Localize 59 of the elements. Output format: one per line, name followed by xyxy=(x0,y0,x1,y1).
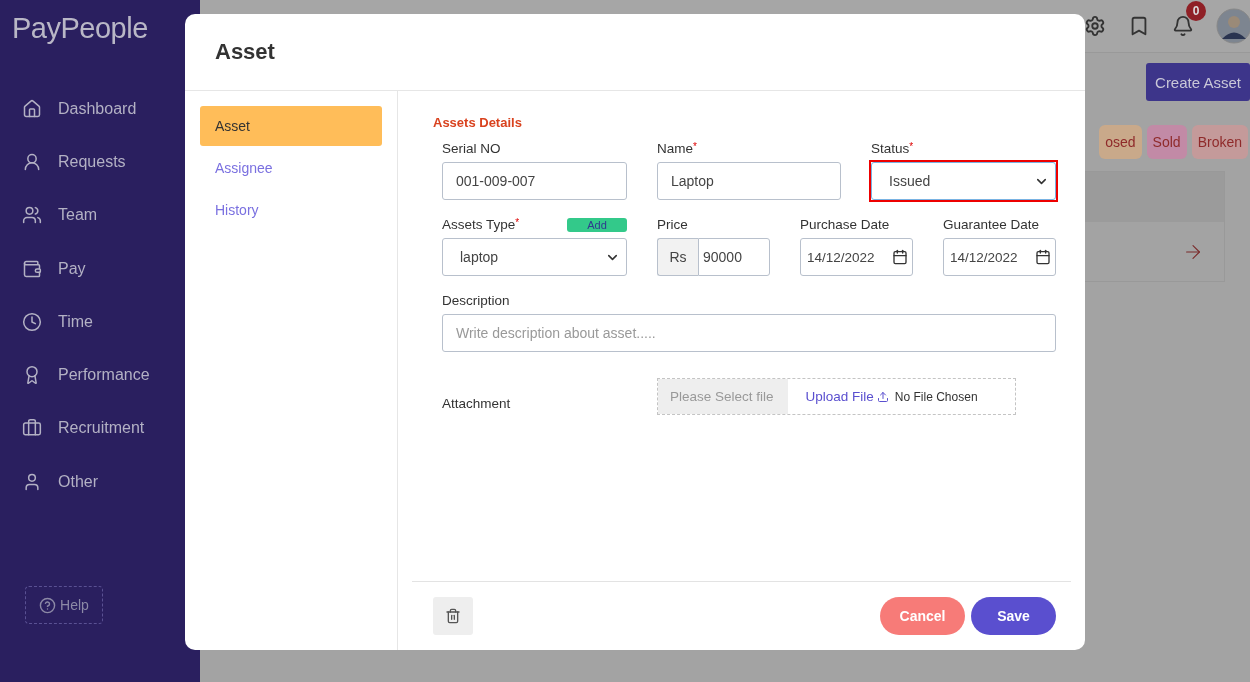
upload-link[interactable]: Upload File xyxy=(805,389,889,404)
section-title: Assets Details xyxy=(433,115,523,130)
field-label: Attachment xyxy=(442,396,512,411)
date-field[interactable]: 14/12/2022 xyxy=(800,238,913,276)
people-icon xyxy=(22,205,42,226)
dialog-tab[interactable]: Asset xyxy=(200,106,382,146)
sidebar-item[interactable]: Recruitment xyxy=(0,401,200,456)
settings-icon[interactable] xyxy=(1084,15,1106,37)
delete-button[interactable] xyxy=(433,597,473,635)
sidebar-item[interactable]: Dashboard xyxy=(0,82,200,136)
sidebar-item[interactable]: Requests xyxy=(0,135,200,189)
add-button[interactable]: Add xyxy=(567,218,627,232)
serial-field[interactable]: 001-009-007 xyxy=(442,162,627,200)
field-label: Description xyxy=(442,293,510,308)
dialog-tab[interactable]: History xyxy=(200,190,382,230)
currency-prefix: Rs xyxy=(657,238,698,276)
save-button[interactable]: Save xyxy=(971,597,1056,635)
field-label: Price xyxy=(657,217,688,232)
notification-badge: 0 xyxy=(1186,1,1206,21)
sidebar-item[interactable]: Pay xyxy=(0,241,200,296)
dialog-title: Asset xyxy=(215,39,275,65)
file-upload-field[interactable]: Please Select file Upload File No File Chosen xyxy=(657,378,1016,415)
required-mark: * xyxy=(693,141,697,152)
calendar-icon xyxy=(1035,249,1051,265)
required-mark: * xyxy=(909,141,914,152)
logo: PayPeople xyxy=(11,12,149,45)
help-icon xyxy=(39,596,57,614)
field-label: Serial NO xyxy=(442,141,501,156)
home-icon xyxy=(22,98,42,119)
file-placeholder: Please Select file xyxy=(658,379,788,414)
wallet-icon xyxy=(22,258,42,279)
person-icon xyxy=(22,471,42,492)
create-asset-button[interactable]: Create Asset xyxy=(1146,63,1250,101)
calendar-icon xyxy=(892,249,908,265)
sidebar-item[interactable]: Performance xyxy=(0,348,200,402)
clock-icon xyxy=(22,311,42,332)
filter-tag[interactable]: osed xyxy=(1099,125,1142,159)
upload-icon xyxy=(876,390,889,403)
field-label: Guarantee Date xyxy=(943,217,1040,232)
field-label: Purchase Date xyxy=(800,217,890,232)
notification-icon[interactable] xyxy=(1172,15,1194,37)
status-select[interactable]: Issued xyxy=(871,162,1056,200)
date-field[interactable]: 14/12/2022 xyxy=(943,238,1056,276)
price-field[interactable]: 90000 xyxy=(698,238,770,276)
sidebar-item[interactable]: Other xyxy=(0,455,200,509)
file-status: No File Chosen xyxy=(894,389,978,404)
person-icon xyxy=(22,151,42,172)
help-button[interactable]: Help xyxy=(25,586,103,625)
field-label: Assets Type xyxy=(442,217,516,232)
trash-icon xyxy=(445,608,461,624)
avatar[interactable] xyxy=(1216,8,1250,44)
field-label: Name xyxy=(657,141,693,156)
dialog-tab[interactable]: Assignee xyxy=(200,148,382,188)
asset-type-select[interactable]: laptop xyxy=(442,238,627,276)
sidebar-item[interactable]: Team xyxy=(0,188,200,242)
sidebar-item[interactable]: Time xyxy=(0,295,200,349)
name-field[interactable]: Laptop xyxy=(657,162,841,200)
required-mark: * xyxy=(515,217,520,228)
field-label: Status xyxy=(871,141,910,156)
